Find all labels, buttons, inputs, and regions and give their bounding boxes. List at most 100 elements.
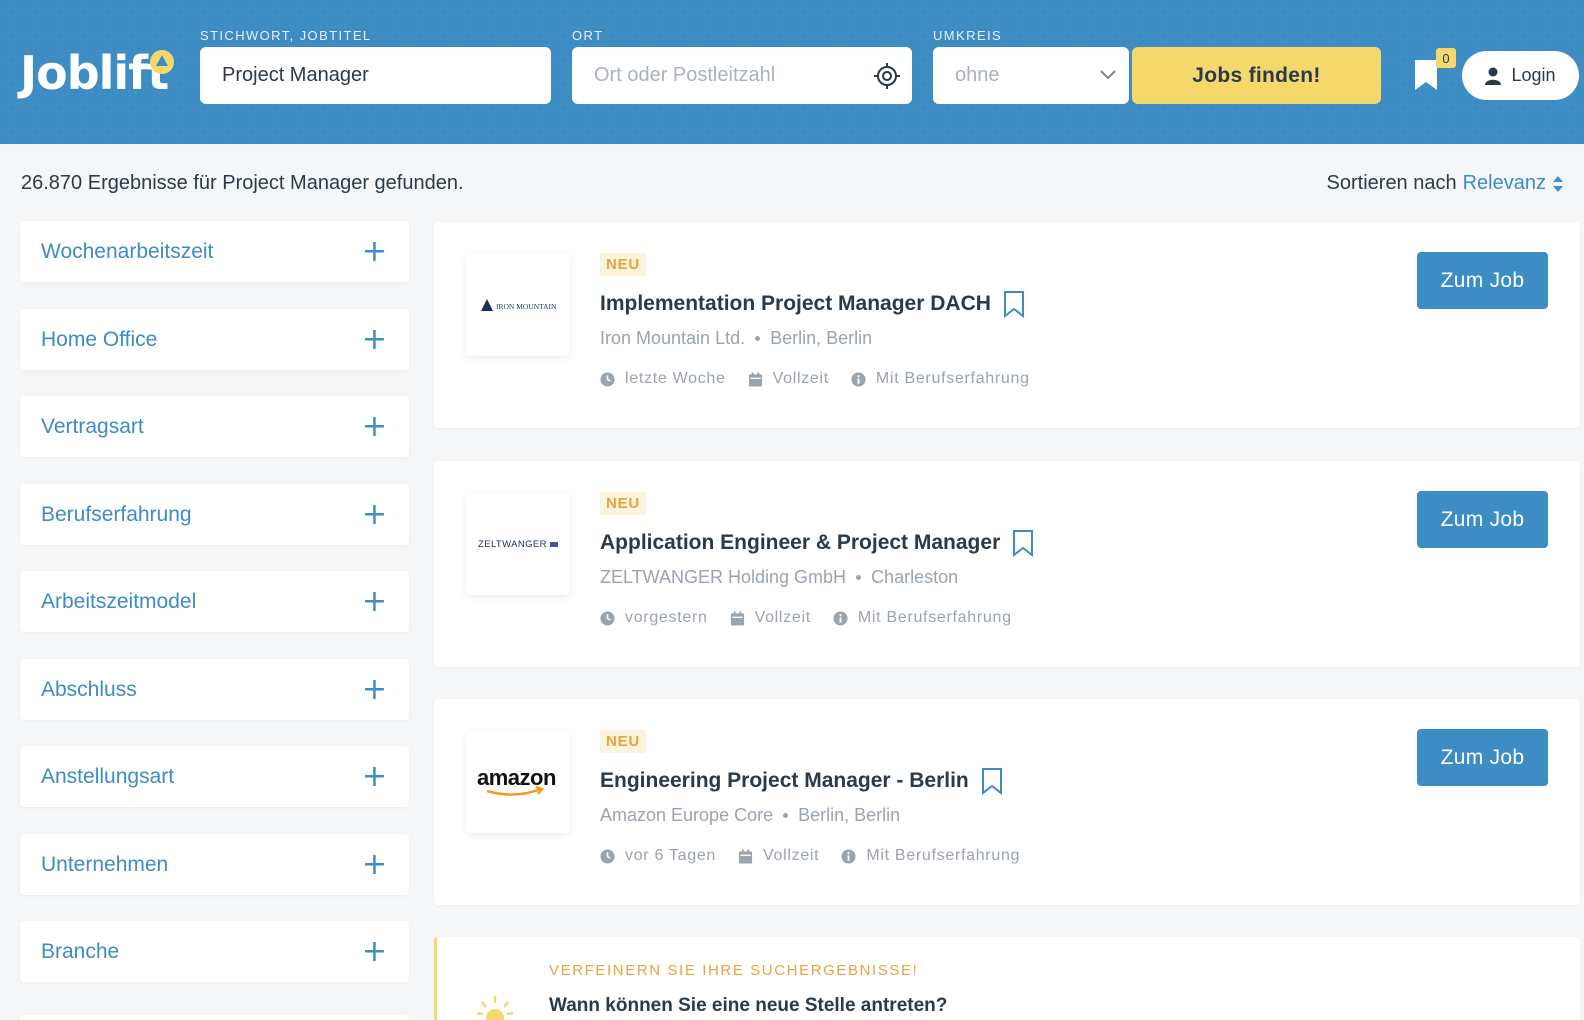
sort-label: Sortieren nach [1326, 172, 1457, 194]
experience-text: Mit Berufserfahrung [866, 847, 1021, 864]
filter-home-office[interactable]: Home Office + [20, 309, 409, 370]
radius-label: UMKREIS [933, 28, 1003, 43]
amazon-logo: amazon [477, 765, 556, 796]
job-title-text[interactable]: Application Engineer & Project Manager [600, 531, 1000, 555]
chevron-down-icon [1100, 70, 1116, 80]
iron-mountain-logo: IRON MOUNTAIN [481, 299, 557, 311]
joblift-logo[interactable]: Joblift [20, 46, 169, 100]
filter-label: Arbeitszeitmodel [41, 589, 197, 613]
type-meta: Vollzeit [738, 847, 819, 865]
info-icon [841, 848, 856, 864]
job-location: Berlin, Berlin [770, 328, 873, 348]
locate-crosshair-icon[interactable] [872, 61, 902, 91]
svg-text:amazon: amazon [477, 765, 556, 790]
radius-value: ohne [955, 64, 1000, 86]
zum-job-button[interactable]: Zum Job [1417, 729, 1548, 786]
experience-meta: Mit Berufserfahrung [841, 847, 1020, 865]
separator-dot [856, 575, 862, 580]
job-meta: letzte Woche Vollzeit Mit Berufserfahrun… [600, 370, 1052, 388]
clock-icon [600, 371, 615, 387]
job-type-text: Vollzeit [754, 609, 811, 626]
new-badge: NEU [600, 730, 647, 753]
filter-label: Wochenarbeitszeit [41, 239, 214, 263]
zeltwanger-logo: ZELTWANGER [478, 539, 558, 550]
radius-select[interactable]: ohne [933, 47, 1129, 104]
login-button[interactable]: Login [1462, 51, 1579, 100]
posted-meta: vorgestern [600, 609, 708, 627]
posted-text: vorgestern [625, 609, 708, 626]
jobs-finden-button[interactable]: Jobs finden! [1132, 47, 1381, 104]
filter-vertragsart[interactable]: Vertragsart + [20, 396, 409, 457]
company-name: ZELTWANGER Holding GmbH [600, 567, 847, 587]
sort-value[interactable]: Relevanz [1463, 172, 1546, 195]
experience-text: Mit Berufserfahrung [875, 370, 1030, 387]
info-icon [851, 371, 866, 387]
filter-label: Vertragsart [41, 414, 144, 438]
filter-label: Abschluss [41, 677, 137, 701]
filter-branche[interactable]: Branche + [20, 921, 409, 982]
filter-next-partial[interactable] [20, 1015, 409, 1020]
zum-job-button[interactable]: Zum Job [1417, 491, 1548, 548]
refine-search-box: VERFEINERN SIE IHRE SUCHERGEBNISSE! Wann… [434, 937, 1580, 1020]
company-name: Iron Mountain Ltd. [600, 328, 746, 348]
filter-label: Berufserfahrung [41, 502, 192, 526]
plus-icon: + [361, 496, 387, 532]
experience-meta: Mit Berufserfahrung [833, 609, 1012, 627]
job-company-location: Iron Mountain Ltd. Berlin, Berlin [600, 328, 872, 349]
filter-abschluss[interactable]: Abschluss + [20, 659, 409, 720]
clock-icon [600, 848, 615, 864]
svg-text:ZELTWANGER: ZELTWANGER [478, 539, 547, 550]
company-logo: amazon [466, 731, 570, 833]
job-card[interactable]: amazon NEU Engineering Project Manager -… [434, 699, 1580, 905]
plus-icon: + [361, 846, 387, 882]
job-type-text: Vollzeit [763, 847, 820, 864]
filter-label: Anstellungsart [41, 764, 175, 788]
filter-berufserfahrung[interactable]: Berufserfahrung + [20, 484, 409, 545]
calendar-icon [748, 371, 762, 387]
new-badge: NEU [600, 492, 647, 515]
keyword-input[interactable]: Project Manager [200, 47, 551, 104]
zum-job-button[interactable]: Zum Job [1417, 252, 1548, 309]
new-badge: NEU [600, 253, 647, 276]
bookmark-outline-icon[interactable] [981, 767, 1003, 795]
type-meta: Vollzeit [748, 370, 829, 388]
sort-control[interactable]: Sortieren nach Relevanz [1327, 172, 1564, 195]
job-title[interactable]: Implementation Project Manager DACH [600, 290, 1025, 318]
posted-text: vor 6 Tagen [625, 847, 717, 864]
posted-meta: vor 6 Tagen [600, 847, 716, 865]
user-icon [1485, 67, 1502, 85]
job-title-text[interactable]: Implementation Project Manager DACH [600, 292, 991, 316]
bookmark-outline-icon[interactable] [1003, 290, 1025, 318]
sort-arrows-icon [1553, 175, 1563, 192]
filter-wochenarbeitszeit[interactable]: Wochenarbeitszeit + [20, 221, 409, 282]
lightbulb-icon [476, 996, 514, 1020]
filter-unternehmen[interactable]: Unternehmen + [20, 834, 409, 895]
job-title[interactable]: Application Engineer & Project Manager [600, 529, 1034, 557]
location-input[interactable]: Ort oder Postleitzahl [572, 47, 912, 104]
experience-meta: Mit Berufserfahrung [851, 370, 1030, 388]
plus-icon: + [361, 321, 387, 357]
company-logo: IRON MOUNTAIN [466, 254, 570, 356]
job-card[interactable]: IRON MOUNTAIN NEU Implementation Project… [434, 222, 1580, 428]
experience-text: Mit Berufserfahrung [857, 609, 1012, 626]
location-label: ORT [572, 28, 604, 43]
location-placeholder: Ort oder Postleitzahl [594, 64, 776, 86]
job-type-text: Vollzeit [772, 370, 829, 387]
job-company-location: ZELTWANGER Holding GmbH Charleston [600, 567, 958, 588]
filter-arbeitszeitmodel[interactable]: Arbeitszeitmodel + [20, 571, 409, 632]
job-card[interactable]: ZELTWANGER NEU Application Engineer & Pr… [434, 461, 1580, 667]
plus-icon: + [361, 233, 387, 269]
job-meta: vorgestern Vollzeit Mit Berufserfahrung [600, 609, 1034, 627]
plus-icon: + [361, 408, 387, 444]
filter-label: Unternehmen [41, 852, 169, 876]
job-title[interactable]: Engineering Project Manager - Berlin [600, 767, 1003, 795]
svg-text:IRON MOUNTAIN: IRON MOUNTAIN [496, 302, 557, 311]
refine-question: Wann können Sie eine neue Stelle antrete… [549, 995, 948, 1016]
separator-dot [783, 813, 789, 818]
posted-text: letzte Woche [625, 370, 726, 387]
keyword-value: Project Manager [222, 64, 369, 86]
plus-icon: + [361, 758, 387, 794]
job-title-text[interactable]: Engineering Project Manager - Berlin [600, 769, 969, 793]
bookmark-outline-icon[interactable] [1012, 529, 1034, 557]
filter-anstellungsart[interactable]: Anstellungsart + [20, 746, 409, 807]
